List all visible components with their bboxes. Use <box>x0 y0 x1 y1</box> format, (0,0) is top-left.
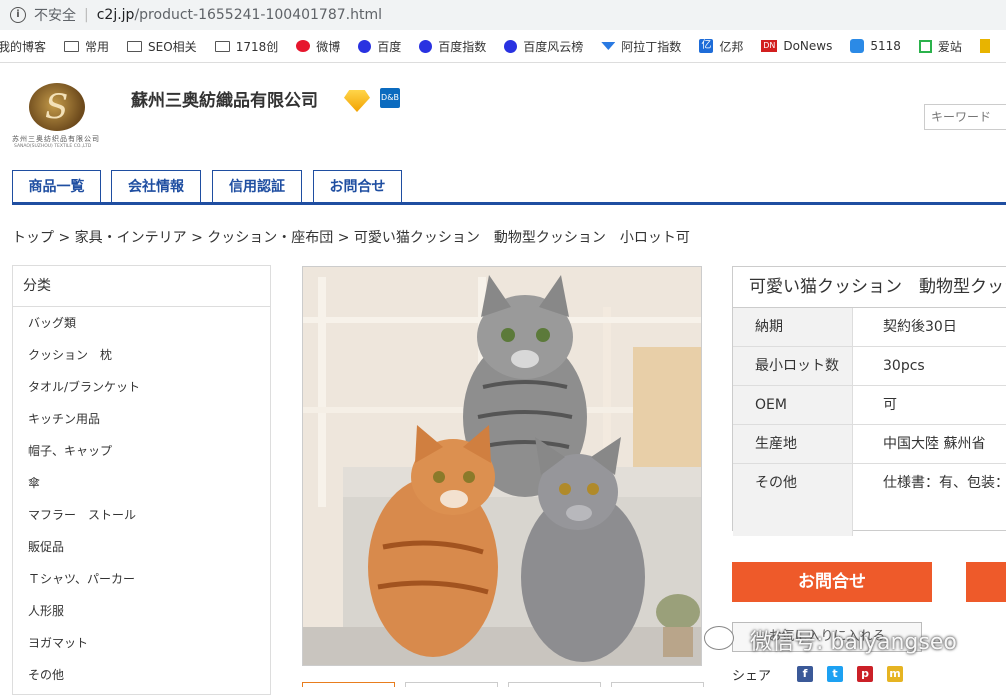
tab-contact[interactable]: お問合せ <box>313 170 402 203</box>
spec-key: OEM <box>733 386 853 424</box>
spec-value: 中国大陸 蘇州省 <box>883 436 986 452</box>
twitter-icon[interactable]: t <box>827 666 843 682</box>
share-label: シェア <box>732 669 772 684</box>
logo-cn-text: 苏州三奥纺织品有限公司 <box>12 135 100 143</box>
url-separator: | <box>84 7 89 23</box>
spec-value: 仕様書：有、包装： <box>883 475 1006 491</box>
wechat-watermark: 微信号: baiyangseo <box>750 630 957 655</box>
baidu-paw-icon <box>504 39 518 53</box>
category-item[interactable]: 人形服 <box>13 595 270 627</box>
url-host[interactable]: c2j.jp <box>97 7 135 23</box>
baidu-paw-icon <box>419 39 433 53</box>
spec-row: 納期 契約後30日 <box>733 308 1006 347</box>
yibang-icon: 亿 <box>699 39 714 53</box>
contact-button[interactable]: お問合せ <box>732 562 932 602</box>
bookmark-yibang[interactable]: 亿 亿邦 <box>699 38 743 55</box>
company-name: 蘇州三奥紡織品有限公司 <box>131 91 318 111</box>
aladdin-icon <box>601 42 616 50</box>
pinterest-icon[interactable]: p <box>857 666 873 682</box>
bookmark-baidu[interactable]: 百度 <box>358 38 401 55</box>
bookmark-aizhan[interactable]: 爱站 <box>918 38 962 55</box>
tab-company-info[interactable]: 会社情報 <box>111 170 201 203</box>
aizhan-icon <box>918 39 932 53</box>
company-logo[interactable]: 苏州三奥纺织品有限公司 SANAO(SUZHOU) TEXTILE CO.,LT… <box>12 80 112 152</box>
address-bar[interactable]: i 不安全 | c2j.jp /product-1655241-10040178… <box>0 0 1006 30</box>
category-item[interactable]: キッチン用品 <box>13 403 270 435</box>
product-title: 可愛い猫クッション 動物型クッション <box>733 267 1006 308</box>
thumbnail[interactable] <box>302 682 395 687</box>
category-item[interactable]: Ｔシャツ、パーカー <box>13 563 270 595</box>
spec-key: 生産地 <box>733 425 853 463</box>
insecure-label: 不安全 <box>34 8 76 24</box>
thumbnail[interactable] <box>508 682 601 687</box>
category-item[interactable]: 傘 <box>13 467 270 499</box>
5118-icon <box>850 39 865 53</box>
product-info-panel: 可愛い猫クッション 動物型クッション 納期 契約後30日 最小ロット数 30pc… <box>732 266 1006 536</box>
category-item[interactable]: ヨガマット <box>13 627 270 659</box>
bookmark-weibo[interactable]: 微博 <box>296 38 340 55</box>
thumbnail[interactable] <box>405 682 498 687</box>
info-icon[interactable]: i <box>10 7 26 23</box>
nav-underline <box>12 202 1006 205</box>
spec-value: 可 <box>883 397 897 413</box>
category-item[interactable]: タオル/ブランケット <box>13 371 270 403</box>
folder-icon <box>127 40 143 52</box>
spec-value: 30pcs <box>883 358 925 374</box>
bookmark-my-blog[interactable]: 我的博客 <box>0 38 46 55</box>
breadcrumb-text[interactable]: トップ > 家具・インテリア > クッション・座布団 > 可愛い猫クッション 動… <box>12 230 690 246</box>
category-item[interactable]: バッグ類 <box>13 307 270 339</box>
product-photo[interactable] <box>302 266 702 666</box>
tab-credit[interactable]: 信用認証 <box>212 170 302 203</box>
spec-row: OEM 可 <box>733 386 1006 425</box>
spec-key: 納期 <box>733 308 853 346</box>
folder-icon <box>214 40 230 52</box>
baidu-paw-icon <box>358 39 372 53</box>
thumbnail[interactable] <box>611 682 704 687</box>
bookmark-5118[interactable]: 5118 <box>850 39 901 53</box>
folder-icon <box>64 40 80 52</box>
spec-key: その他 <box>733 464 853 536</box>
spec-row: その他 仕様書：有、包装： <box>733 464 1006 536</box>
category-item[interactable]: マフラー ストール <box>13 499 270 531</box>
bookmark-baidu-trends[interactable]: 百度风云榜 <box>504 38 583 55</box>
keyword-search-input[interactable] <box>924 104 1006 130</box>
dnb-badge[interactable]: D&B <box>380 88 400 108</box>
bookmark-aladdin[interactable]: 阿拉丁指数 <box>601 38 681 55</box>
bookmark-folder-seo[interactable]: SEO相关 <box>127 38 197 55</box>
thumbnail-strip <box>302 682 704 687</box>
category-item[interactable]: 販促品 <box>13 531 270 563</box>
bookmark-overflow-icon <box>979 39 990 53</box>
secondary-action-button[interactable] <box>966 562 1006 602</box>
weibo-icon <box>296 40 311 52</box>
logo-en-text: SANAO(SUZHOU) TEXTILE CO.,LTD <box>14 144 92 149</box>
diamond-icon <box>344 90 370 112</box>
category-item[interactable]: 帽子、キャップ <box>13 435 270 467</box>
spec-value: 契約後30日 <box>883 319 957 335</box>
category-item[interactable]: クッション 枕 <box>13 339 270 371</box>
bookmarks-bar: 我的博客 常用 SEO相关 1718创 微博 百度 百度指数 百度风云榜 阿拉丁… <box>0 30 1006 63</box>
category-title: 分类 <box>13 266 270 307</box>
cat-cushions-illustration <box>303 267 701 665</box>
spec-row: 生産地 中国大陸 蘇州省 <box>733 425 1006 464</box>
category-item[interactable]: その他 <box>13 659 270 691</box>
tab-products[interactable]: 商品一覧 <box>12 170 101 203</box>
logo-emblem <box>29 83 85 131</box>
spec-row: 最小ロット数 30pcs <box>733 347 1006 386</box>
bookmark-folder-1718[interactable]: 1718创 <box>214 38 278 55</box>
bookmark-donews[interactable]: DN DoNews <box>761 39 832 53</box>
spec-key: 最小ロット数 <box>733 347 853 385</box>
breadcrumb: トップ > 家具・インテリア > クッション・座布団 > 可愛い猫クッション 動… <box>12 227 690 247</box>
bookmark-overflow[interactable] <box>979 39 996 53</box>
mixi-icon[interactable]: m <box>887 666 903 682</box>
category-sidebar: 分类 バッグ類 クッション 枕 タオル/ブランケット キッチン用品 帽子、キャッ… <box>12 265 271 695</box>
bookmark-baidu-index[interactable]: 百度指数 <box>419 38 486 55</box>
bookmark-folder-common[interactable]: 常用 <box>64 38 109 55</box>
url-path[interactable]: /product-1655241-100401787.html <box>134 7 382 23</box>
facebook-icon[interactable]: f <box>797 666 813 682</box>
donews-icon: DN <box>761 40 778 52</box>
